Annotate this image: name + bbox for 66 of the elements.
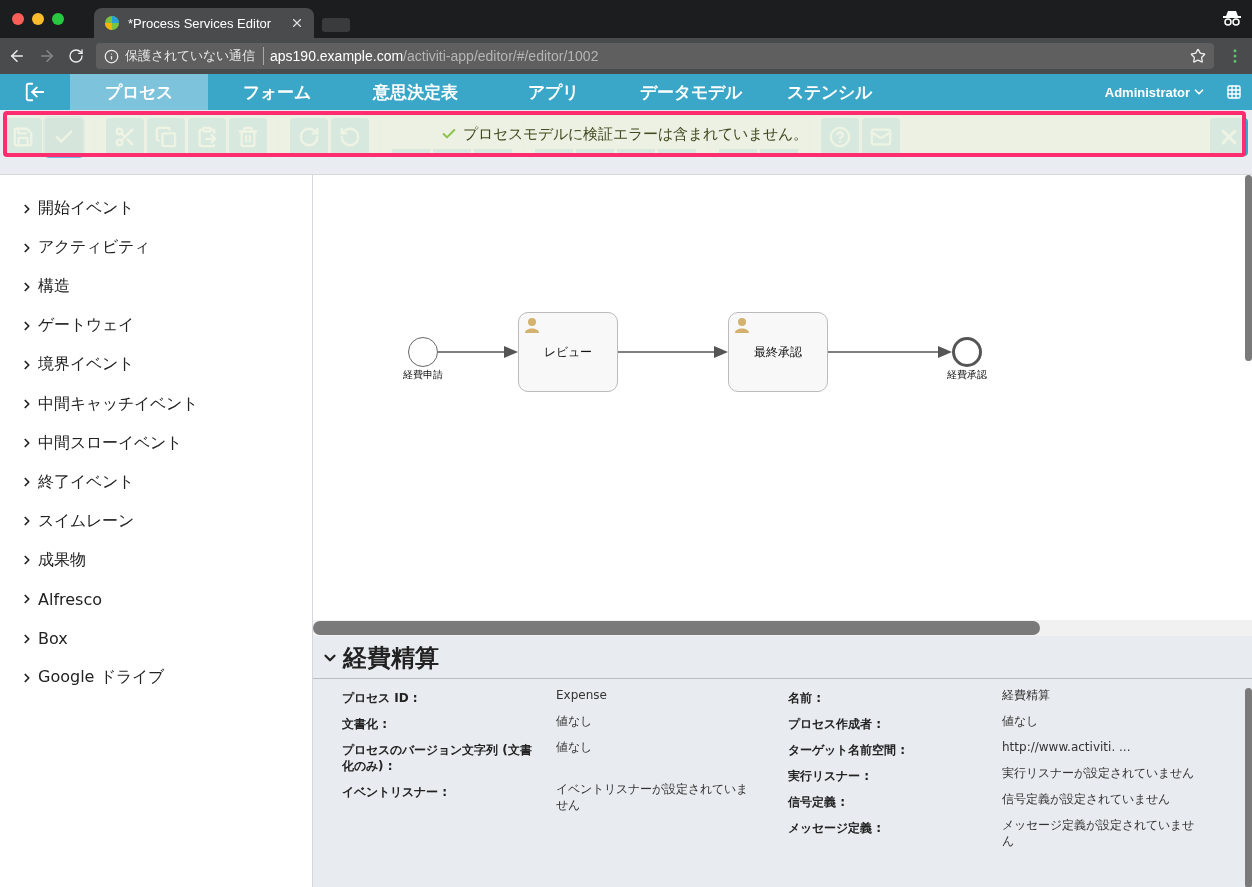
window-close-button[interactable]	[12, 13, 24, 25]
app-logo-icon	[104, 15, 120, 31]
palette-group[interactable]: 成果物	[0, 540, 312, 580]
notification-message: プロセスモデルに検証エラーは含まれていません。	[463, 124, 808, 144]
start-event[interactable]	[407, 336, 439, 368]
property-label: プロセス作成者 :	[788, 716, 882, 732]
property-value[interactable]: http://www.activiti. ...	[1002, 739, 1200, 758]
incognito-icon	[1222, 10, 1242, 26]
property-label: ターゲット名前空間 :	[788, 742, 906, 758]
close-icon[interactable]	[290, 16, 304, 30]
exit-icon	[24, 81, 46, 103]
properties-title[interactable]: 経費精算	[313, 636, 1252, 679]
palette-group[interactable]: 構造	[0, 267, 312, 307]
property-label: メッセージ定義 :	[788, 820, 882, 837]
palette-group[interactable]: 中間キャッチイベント	[0, 384, 312, 424]
palette-group[interactable]: Box	[0, 619, 312, 659]
property-value[interactable]: 値なし	[556, 739, 754, 774]
palette-group[interactable]: 終了イベント	[0, 462, 312, 502]
reload-icon[interactable]	[68, 48, 84, 64]
event-label: 経費承認	[947, 368, 987, 382]
forward-icon[interactable]	[38, 47, 56, 65]
property-label: プロセスのバージョン文字列 (文書化のみ) :	[342, 742, 533, 774]
user-icon	[734, 317, 750, 333]
palette-group[interactable]: スイムレーン	[0, 501, 312, 541]
property-value[interactable]: 経費精算	[1002, 687, 1200, 706]
end-event[interactable]	[951, 336, 983, 368]
user-icon	[524, 317, 540, 333]
palette-group[interactable]: 中間スローイベント	[0, 423, 312, 463]
window-zoom-button[interactable]	[52, 13, 64, 25]
url-text: aps190.example.com/activiti-app/editor/#/editor/1002	[270, 48, 600, 64]
tab-title: *Process Services Editor	[128, 15, 273, 31]
scrollbar-thumb[interactable]	[313, 621, 1040, 635]
property-label: 文書化 :	[342, 716, 388, 732]
property-value[interactable]: 実行リスナーが設定されていません	[1002, 765, 1200, 784]
grid-icon	[1226, 84, 1242, 100]
task-label: 最終承認	[754, 343, 802, 361]
property-value[interactable]: 信号定義が設定されていません	[1002, 791, 1200, 810]
star-icon[interactable]	[1190, 48, 1206, 64]
palette-group[interactable]: 開始イベント	[0, 189, 312, 229]
property-label: 実行リスナー :	[788, 768, 870, 784]
property-value[interactable]: 値なし	[556, 713, 754, 732]
property-label: 名前 :	[788, 690, 822, 706]
property-value[interactable]: イベントリスナーが設定されていません	[556, 781, 754, 813]
task-label: レビュー	[544, 343, 592, 361]
user-task[interactable]: レビュー	[518, 312, 618, 392]
window-minimize-button[interactable]	[32, 13, 44, 25]
property-label: プロセス ID :	[342, 690, 419, 706]
property-value[interactable]: Expense	[556, 687, 754, 706]
palette-group[interactable]: Alfresco	[0, 579, 312, 620]
property-label: イベントリスナー :	[342, 784, 448, 801]
property-label: 信号定義 :	[788, 794, 846, 810]
address-bar[interactable]: 保護されていない通信 aps190.example.com/activiti-app/editor/#/editor/1002	[96, 43, 1214, 69]
security-label: 保護されていない通信	[125, 47, 264, 65]
property-value[interactable]: 値なし	[1002, 713, 1200, 732]
back-icon[interactable]	[8, 47, 26, 65]
palette-group[interactable]: Google ドライブ	[0, 658, 312, 698]
palette-group[interactable]: アクティビティ	[0, 228, 312, 268]
property-value[interactable]: メッセージ定義が設定されていません	[1002, 817, 1200, 849]
scrollbar-thumb[interactable]	[1245, 175, 1252, 361]
scrollbar-thumb[interactable]	[1245, 688, 1252, 887]
event-label: 経費申請	[403, 368, 443, 382]
info-icon	[104, 48, 119, 64]
palette-group[interactable]: ゲートウェイ	[0, 306, 312, 346]
palette-group[interactable]: 境界イベント	[0, 345, 312, 385]
browser-tab[interactable]: *Process Services Editor	[94, 8, 314, 38]
user-task[interactable]: 最終承認	[728, 312, 828, 392]
